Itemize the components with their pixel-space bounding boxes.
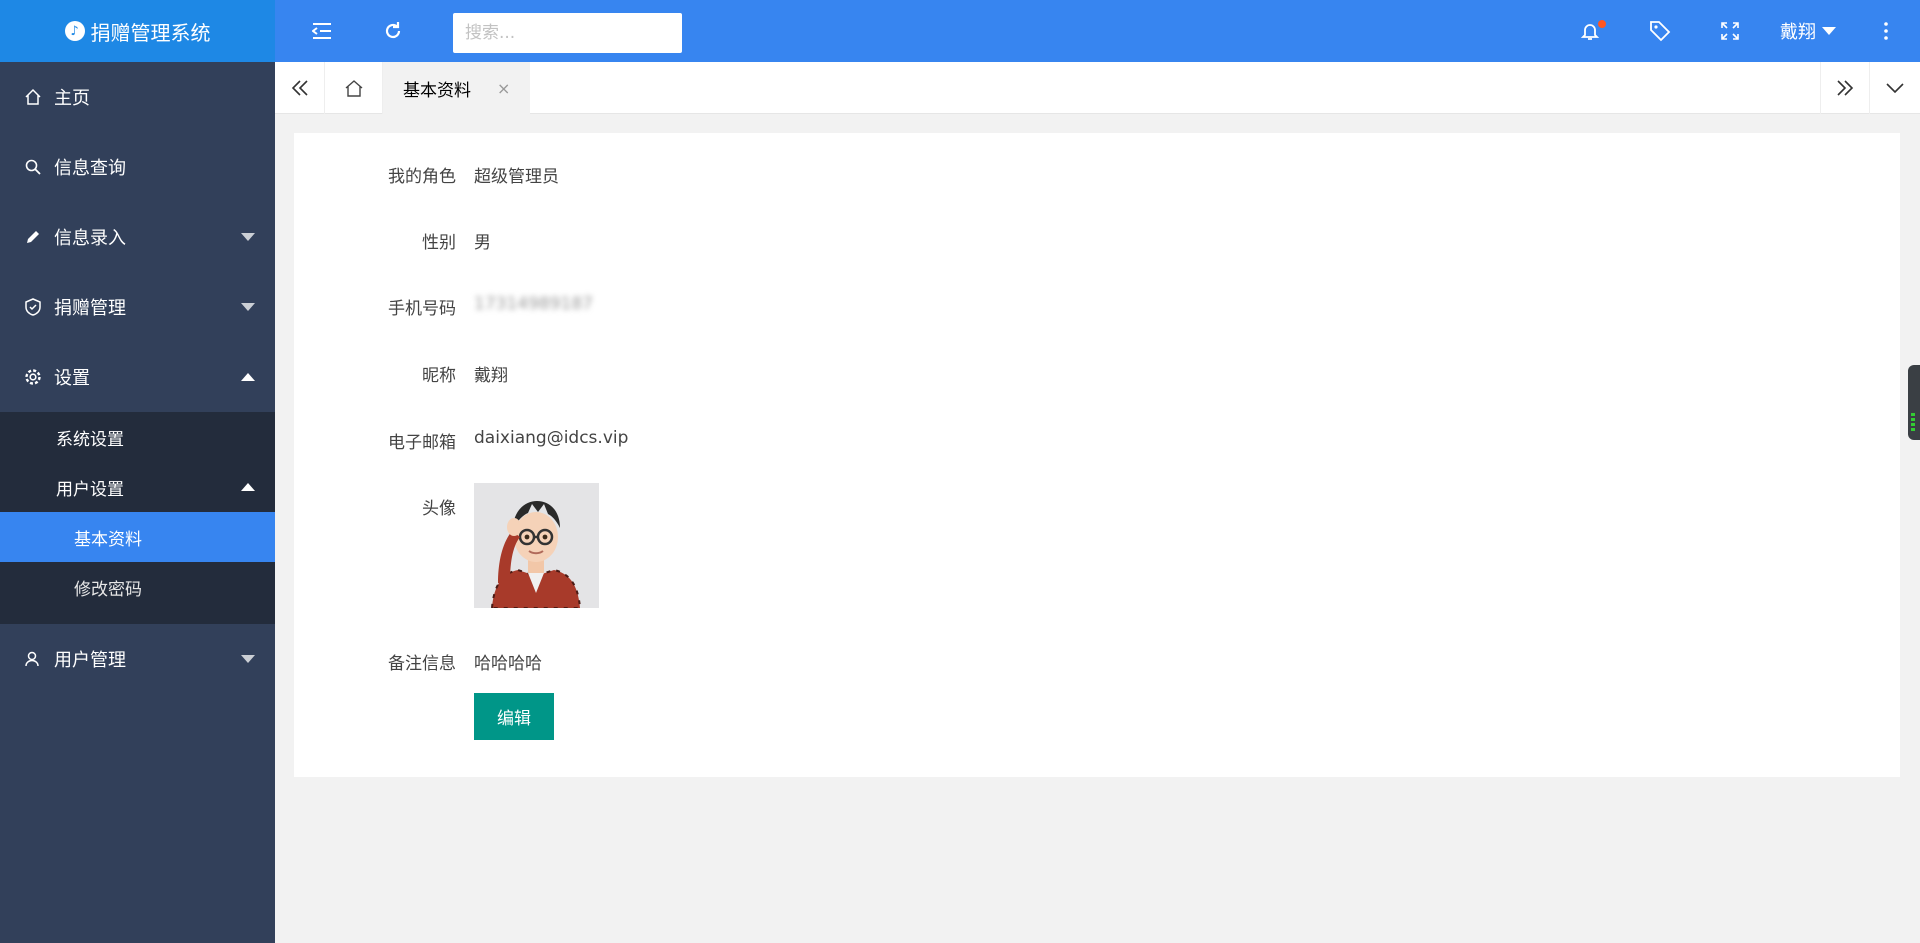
bell-icon [1580,24,1600,40]
search-icon [25,159,41,175]
tab-label: 基本资料 [403,80,471,101]
tag-icon [1650,21,1671,42]
user-name: 戴翔 [1780,22,1816,43]
tab-bar: 基本资料 × [275,62,1920,114]
role-row: 我的角色 超级管理员 [294,162,559,187]
more-vertical-icon [1884,22,1888,40]
nickname-row: 昵称 戴翔 [294,361,508,386]
email-row: 电子邮箱 daixiang@idcs.vip [294,428,628,453]
chevron-up-icon [241,373,255,381]
phone-value: 17314989187 [474,294,593,314]
side-widget[interactable] [1908,365,1920,440]
sidebar-item-query[interactable]: 信息查询 [0,132,275,202]
double-chevron-right-icon [1837,80,1854,96]
notification-dot [1598,20,1606,28]
sidebar-item-donation[interactable]: 捐赠管理 [0,272,275,342]
sidebar-item-user-management[interactable]: 用户管理 [0,624,275,694]
submenu-spacer [0,612,275,624]
chevron-down-icon [1886,83,1904,93]
avatar-image[interactable] [474,483,599,608]
gender-label: 性别 [422,233,456,253]
double-chevron-left-icon [291,80,308,96]
sidebar-item-basic-profile[interactable]: 基本资料 [0,512,275,562]
tab-scroll-left-button[interactable] [275,62,325,114]
sidebar-item-settings[interactable]: 设置 [0,342,275,412]
fullscreen-icon [1721,22,1739,40]
gear-icon [25,369,41,385]
sidebar-item-home[interactable]: 主页 [0,62,275,132]
tab-home-button[interactable] [325,62,383,114]
avatar-row: 头像 [294,494,456,519]
chevron-down-icon [241,655,255,663]
app-title: 捐赠管理系统 [90,20,211,45]
role-value: 超级管理员 [474,167,559,187]
settings-submenu: 系统设置 用户设置 基本资料 修改密码 [0,412,275,624]
sidebar-item-change-password[interactable]: 修改密码 [0,562,275,612]
close-icon[interactable]: × [497,79,510,98]
note-row: 备注信息 哈哈哈哈 [294,649,542,674]
user-settings-submenu: 基本资料 修改密码 [0,512,275,612]
refresh-icon [385,22,401,39]
pencil-icon [27,231,39,243]
sidebar-item-label: 用户设置 [56,479,124,500]
nickname-label: 昵称 [422,366,456,386]
phone-row: 手机号码 17314989187 [294,294,593,319]
sidebar-item-label: 主页 [54,88,90,109]
notification-button[interactable] [1566,0,1614,62]
chevron-up-icon [241,483,255,491]
sidebar-item-label: 捐赠管理 [54,298,126,319]
fullscreen-button[interactable] [1706,0,1754,62]
email-label: 电子邮箱 [388,433,456,453]
menu-collapse-icon [312,23,331,39]
refresh-button[interactable] [369,0,417,62]
logo-icon: ♪ [64,21,85,41]
chevron-down-icon [241,303,255,311]
sidebar: 主页 信息查询 信息录入 捐赠管理 设置 系统设置 用户设置 基本资料 修改密码… [0,62,275,943]
profile-card: 我的角色 超级管理员 性别 男 手机号码 17314989187 昵称 戴翔 电… [294,133,1900,777]
sidebar-item-user-settings[interactable]: 用户设置 [0,462,275,512]
user-menu[interactable]: 戴翔 [1780,0,1836,62]
tab-scroll-right-button[interactable] [1820,62,1870,114]
sidebar-item-label: 设置 [54,368,90,389]
nickname-value: 戴翔 [474,366,508,386]
tab-dropdown-button[interactable] [1870,62,1920,114]
role-label: 我的角色 [388,167,456,187]
avatar-label: 头像 [422,499,456,519]
sidebar-item-label: 信息录入 [54,228,126,249]
tab-basic-profile[interactable]: 基本资料 × [383,62,531,114]
search-input[interactable] [453,13,682,53]
email-value: daixiang@idcs.vip [474,428,629,448]
menu-collapse-button[interactable] [298,0,346,62]
sidebar-item-system-settings[interactable]: 系统设置 [0,412,275,462]
sidebar-item-label: 用户管理 [54,650,126,671]
more-button[interactable] [1862,0,1910,62]
app-logo[interactable]: ♪ 捐赠管理系统 [0,0,275,62]
edit-button[interactable]: 编辑 [474,693,554,740]
home-icon [345,80,362,97]
home-icon [25,88,41,105]
gender-row: 性别 男 [294,228,491,253]
gender-value: 男 [474,233,491,253]
note-label: 备注信息 [388,654,456,674]
sidebar-item-entry[interactable]: 信息录入 [0,202,275,272]
note-value: 哈哈哈哈 [474,654,542,674]
shield-icon [25,298,41,316]
avatar-illustration [474,483,599,608]
phone-label: 手机号码 [388,299,456,319]
tag-button[interactable] [1636,0,1684,62]
user-icon [25,651,39,667]
chevron-down-icon [1822,27,1836,35]
sidebar-item-label: 信息查询 [54,158,126,179]
chevron-down-icon [241,233,255,241]
top-header: ♪ 捐赠管理系统 戴翔 [0,0,1920,62]
